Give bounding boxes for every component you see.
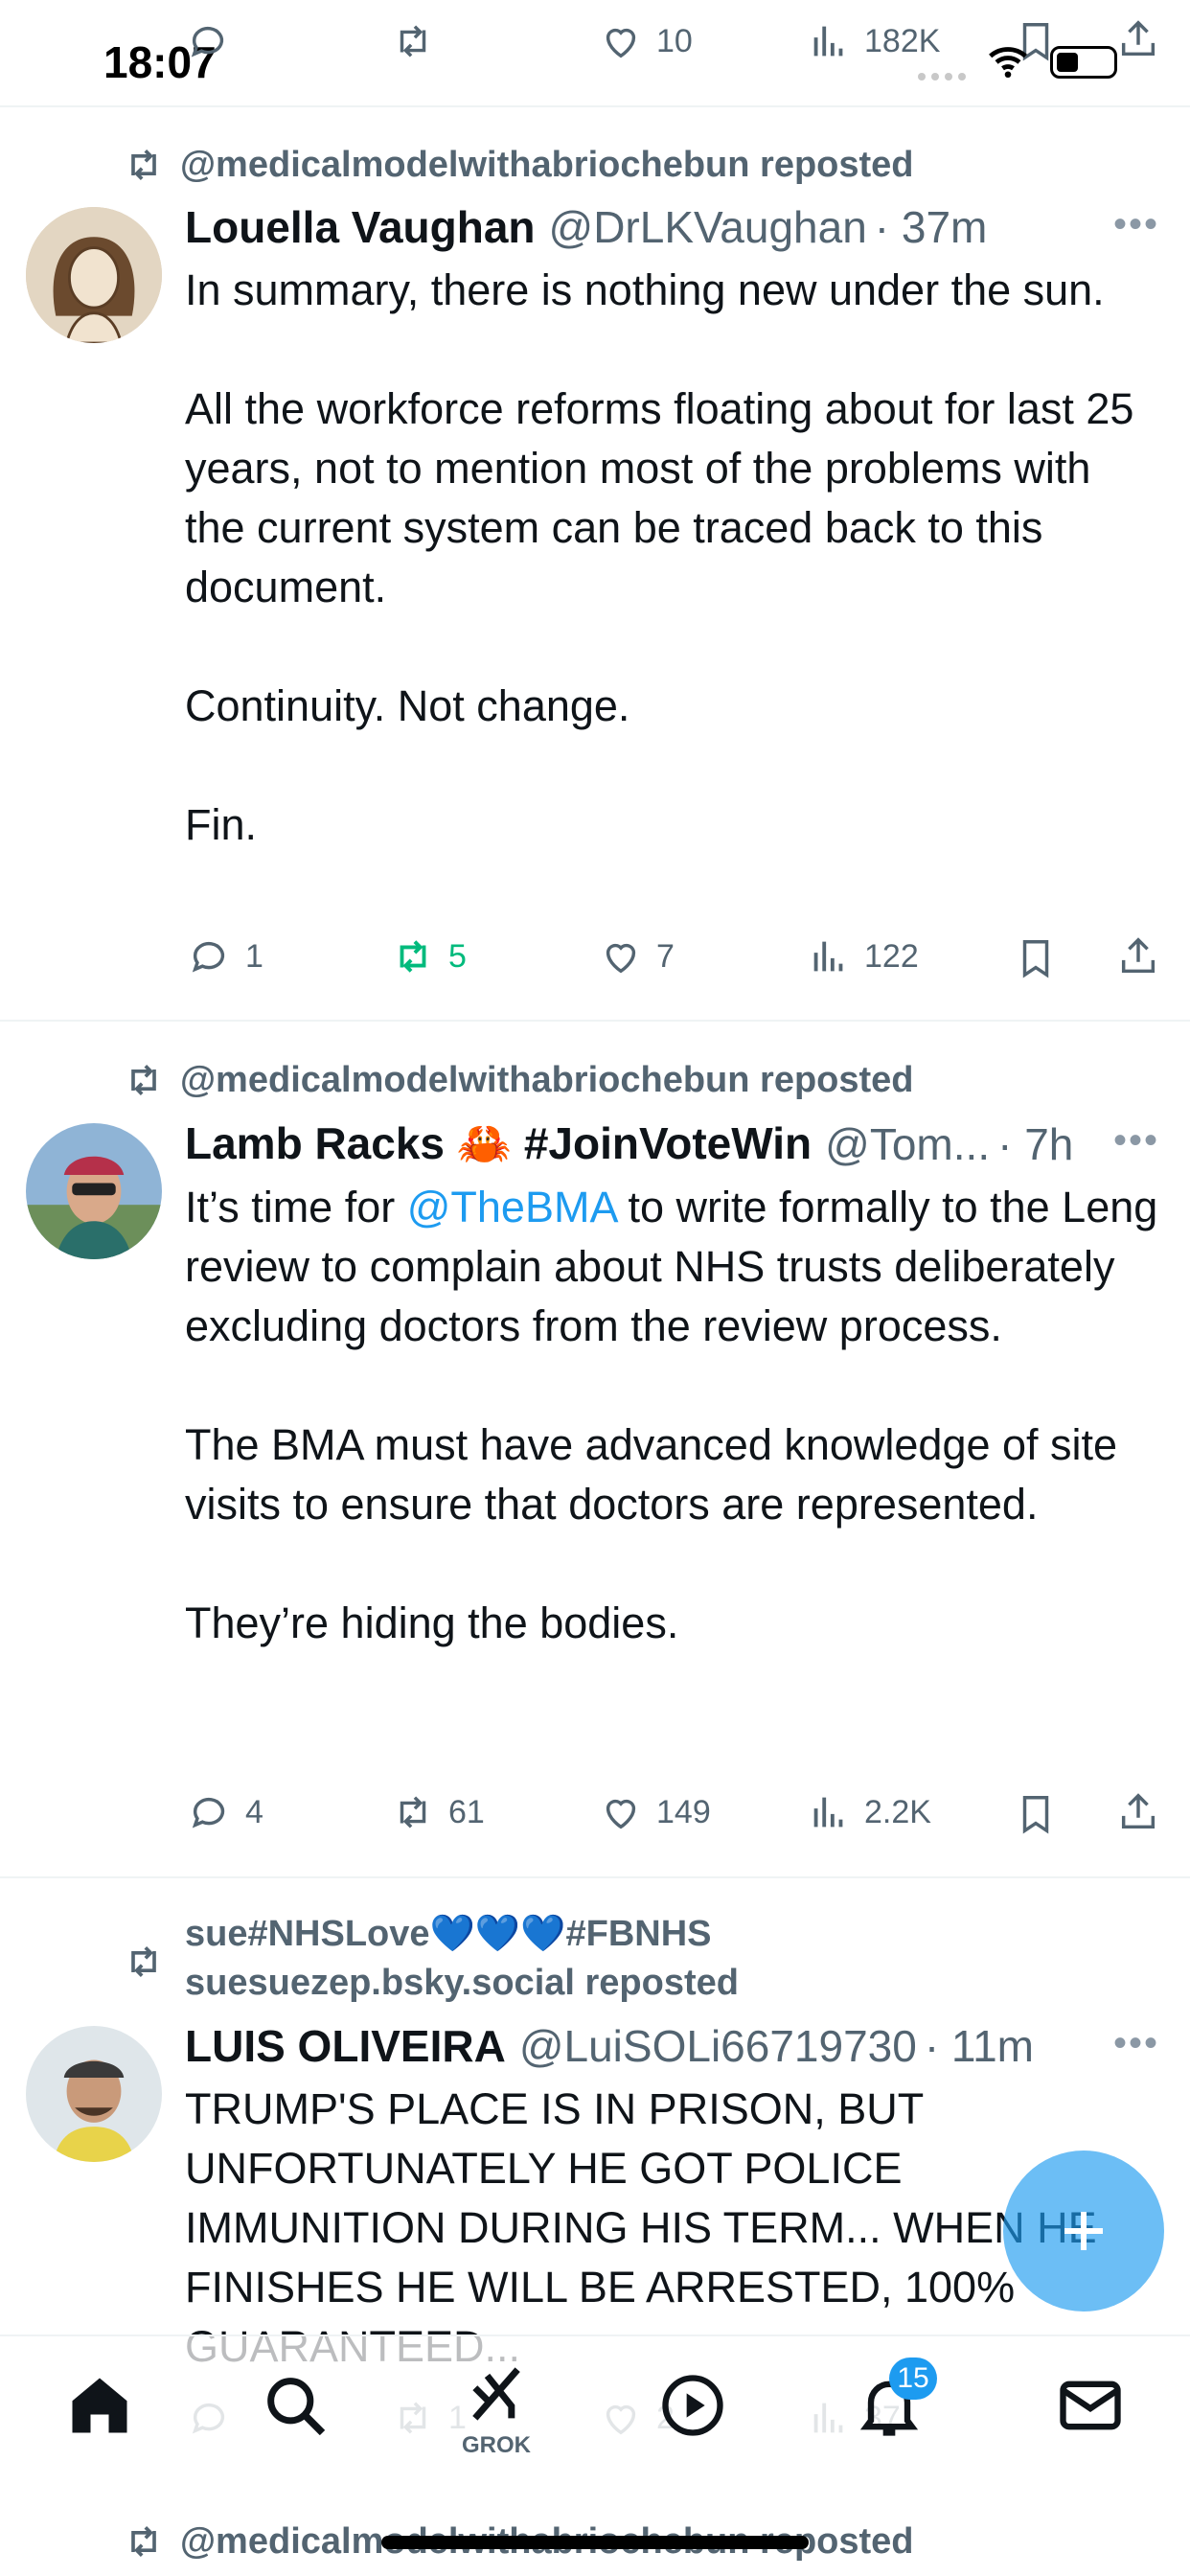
author-name[interactable]: Louella Vaughan bbox=[185, 201, 536, 253]
divider bbox=[0, 105, 1190, 107]
share-icon[interactable] bbox=[1116, 1790, 1160, 1834]
wifi-icon bbox=[989, 47, 1027, 79]
mail-icon[interactable] bbox=[1054, 2369, 1127, 2442]
repost-attribution-user[interactable]: sue#NHSLove💙💙💙#FBNHS bbox=[185, 1913, 712, 1955]
home-icon[interactable] bbox=[63, 2369, 136, 2442]
top-repost-action[interactable] bbox=[391, 19, 435, 63]
author-handle[interactable]: @LuiSOLi66719730 bbox=[519, 2020, 917, 2072]
repost-attribution-text: suesuezep.bsky.social reposted bbox=[185, 1963, 739, 2003]
divider bbox=[0, 1876, 1190, 1878]
views-action[interactable]: 2.2K bbox=[807, 1790, 931, 1834]
post-time[interactable]: · 11m bbox=[925, 2020, 1034, 2072]
post-header: LUIS OLIVEIRA @LuiSOLi66719730 · 11m bbox=[185, 2020, 1152, 2072]
views-icon bbox=[813, 941, 843, 972]
more-options-icon[interactable]: ••• bbox=[1113, 2022, 1159, 2065]
repost-icon bbox=[131, 1946, 156, 1977]
avatar[interactable] bbox=[26, 1123, 162, 1259]
post-time[interactable]: · 7h bbox=[997, 1118, 1073, 1170]
repost-icon bbox=[131, 2526, 156, 2557]
repost-icon bbox=[400, 940, 426, 973]
post-header: Louella Vaughan @DrLKVaughan · 37m bbox=[185, 201, 1152, 253]
reply-count: 4 bbox=[245, 1793, 263, 1830]
author-handle[interactable]: @DrLKVaughan bbox=[549, 201, 867, 253]
signal-icon bbox=[918, 73, 970, 82]
avatar[interactable] bbox=[26, 207, 162, 343]
repost-icon bbox=[400, 1796, 426, 1828]
notification-badge: 15 bbox=[889, 2358, 937, 2400]
more-options-icon[interactable]: ••• bbox=[1113, 1119, 1159, 1162]
avatar[interactable] bbox=[26, 2026, 162, 2162]
top-share-icon[interactable] bbox=[1116, 17, 1160, 61]
more-options-icon[interactable]: ••• bbox=[1113, 203, 1159, 246]
heart-icon bbox=[606, 28, 636, 58]
post-text: In summary, there is nothing new under t… bbox=[185, 265, 1134, 849]
avatar-portrait-icon bbox=[26, 207, 162, 343]
repost-count: 5 bbox=[448, 937, 467, 975]
repost-count: 61 bbox=[448, 1793, 485, 1830]
post-header: Lamb Racks 🦀 #JoinVoteWin @Tom... · 7h bbox=[185, 1117, 1152, 1170]
views-action[interactable]: 122 bbox=[807, 934, 919, 978]
bookmark-icon[interactable] bbox=[1014, 936, 1058, 980]
top-like-count: 10 bbox=[656, 22, 693, 59]
repost-attribution[interactable]: @medicalmodelwithabriochebun reposted bbox=[123, 144, 914, 186]
compose-icon bbox=[1064, 2212, 1103, 2250]
grok-nav-item[interactable]: GROK bbox=[450, 2358, 542, 2463]
repost-action[interactable]: 5 bbox=[391, 934, 467, 978]
notifications-nav-item[interactable]: 15 bbox=[853, 2358, 939, 2446]
compose-button[interactable] bbox=[1003, 2150, 1164, 2312]
post-time[interactable]: · 37m bbox=[875, 201, 988, 253]
post-text-suffix: to write formally to the Leng review to … bbox=[185, 1183, 1158, 1647]
like-count: 7 bbox=[656, 937, 675, 975]
grok-icon bbox=[472, 2367, 520, 2421]
views-icon bbox=[813, 1797, 843, 1828]
bottom-nav bbox=[0, 2334, 1190, 2490]
heart-icon bbox=[606, 1799, 636, 1829]
reply-count: 1 bbox=[245, 937, 263, 975]
avatar-photo-icon bbox=[26, 2026, 162, 2162]
repost-icon bbox=[400, 25, 426, 58]
repost-icon bbox=[131, 150, 156, 180]
views-icon bbox=[813, 26, 843, 57]
play-icon[interactable] bbox=[656, 2369, 729, 2442]
reply-action[interactable]: 1 bbox=[188, 934, 263, 978]
repost-icon bbox=[131, 1065, 156, 1095]
divider bbox=[0, 1020, 1190, 1022]
reply-icon bbox=[191, 26, 224, 58]
author-name[interactable]: Lamb Racks 🦀 #JoinVoteWin bbox=[185, 1117, 812, 1170]
like-action[interactable]: 7 bbox=[599, 934, 675, 978]
post-text: It’s time for @TheBMA to write formally … bbox=[185, 1178, 1162, 1653]
repost-attribution-text: @medicalmodelwithabriochebun reposted bbox=[180, 1059, 914, 1100]
reply-icon bbox=[192, 1797, 225, 1828]
top-reply-action[interactable] bbox=[187, 19, 231, 63]
reply-action[interactable]: 4 bbox=[188, 1790, 263, 1834]
avatar-photo-icon bbox=[26, 1123, 162, 1259]
repost-action[interactable]: 61 bbox=[391, 1790, 485, 1834]
reply-icon bbox=[192, 941, 225, 973]
views-count: 2.2K bbox=[864, 1793, 931, 1830]
like-count: 149 bbox=[656, 1793, 711, 1830]
author-handle[interactable]: @Tom... bbox=[825, 1118, 990, 1170]
grok-label: GROK bbox=[462, 2432, 531, 2458]
top-views-action[interactable]: 182K bbox=[807, 19, 940, 63]
mention-link[interactable]: @TheBMA bbox=[407, 1183, 616, 1231]
search-icon[interactable] bbox=[259, 2369, 332, 2442]
top-like-action[interactable]: 10 bbox=[599, 19, 693, 63]
home-indicator bbox=[381, 2536, 809, 2549]
repost-attribution-text: @medicalmodelwithabriochebun reposted bbox=[180, 144, 914, 185]
post-text-prefix: It’s time for bbox=[185, 1183, 407, 1231]
repost-attribution[interactable]: @medicalmodelwithabriochebun reposted bbox=[123, 1059, 914, 1101]
share-icon[interactable] bbox=[1116, 934, 1160, 978]
like-action[interactable]: 149 bbox=[599, 1790, 711, 1834]
top-views-count: 182K bbox=[864, 22, 941, 59]
battery-icon bbox=[1050, 46, 1117, 79]
author-name[interactable]: LUIS OLIVEIRA bbox=[185, 2020, 506, 2072]
heart-icon bbox=[606, 943, 636, 974]
views-count: 122 bbox=[864, 937, 919, 975]
bookmark-icon[interactable] bbox=[1014, 1792, 1058, 1836]
